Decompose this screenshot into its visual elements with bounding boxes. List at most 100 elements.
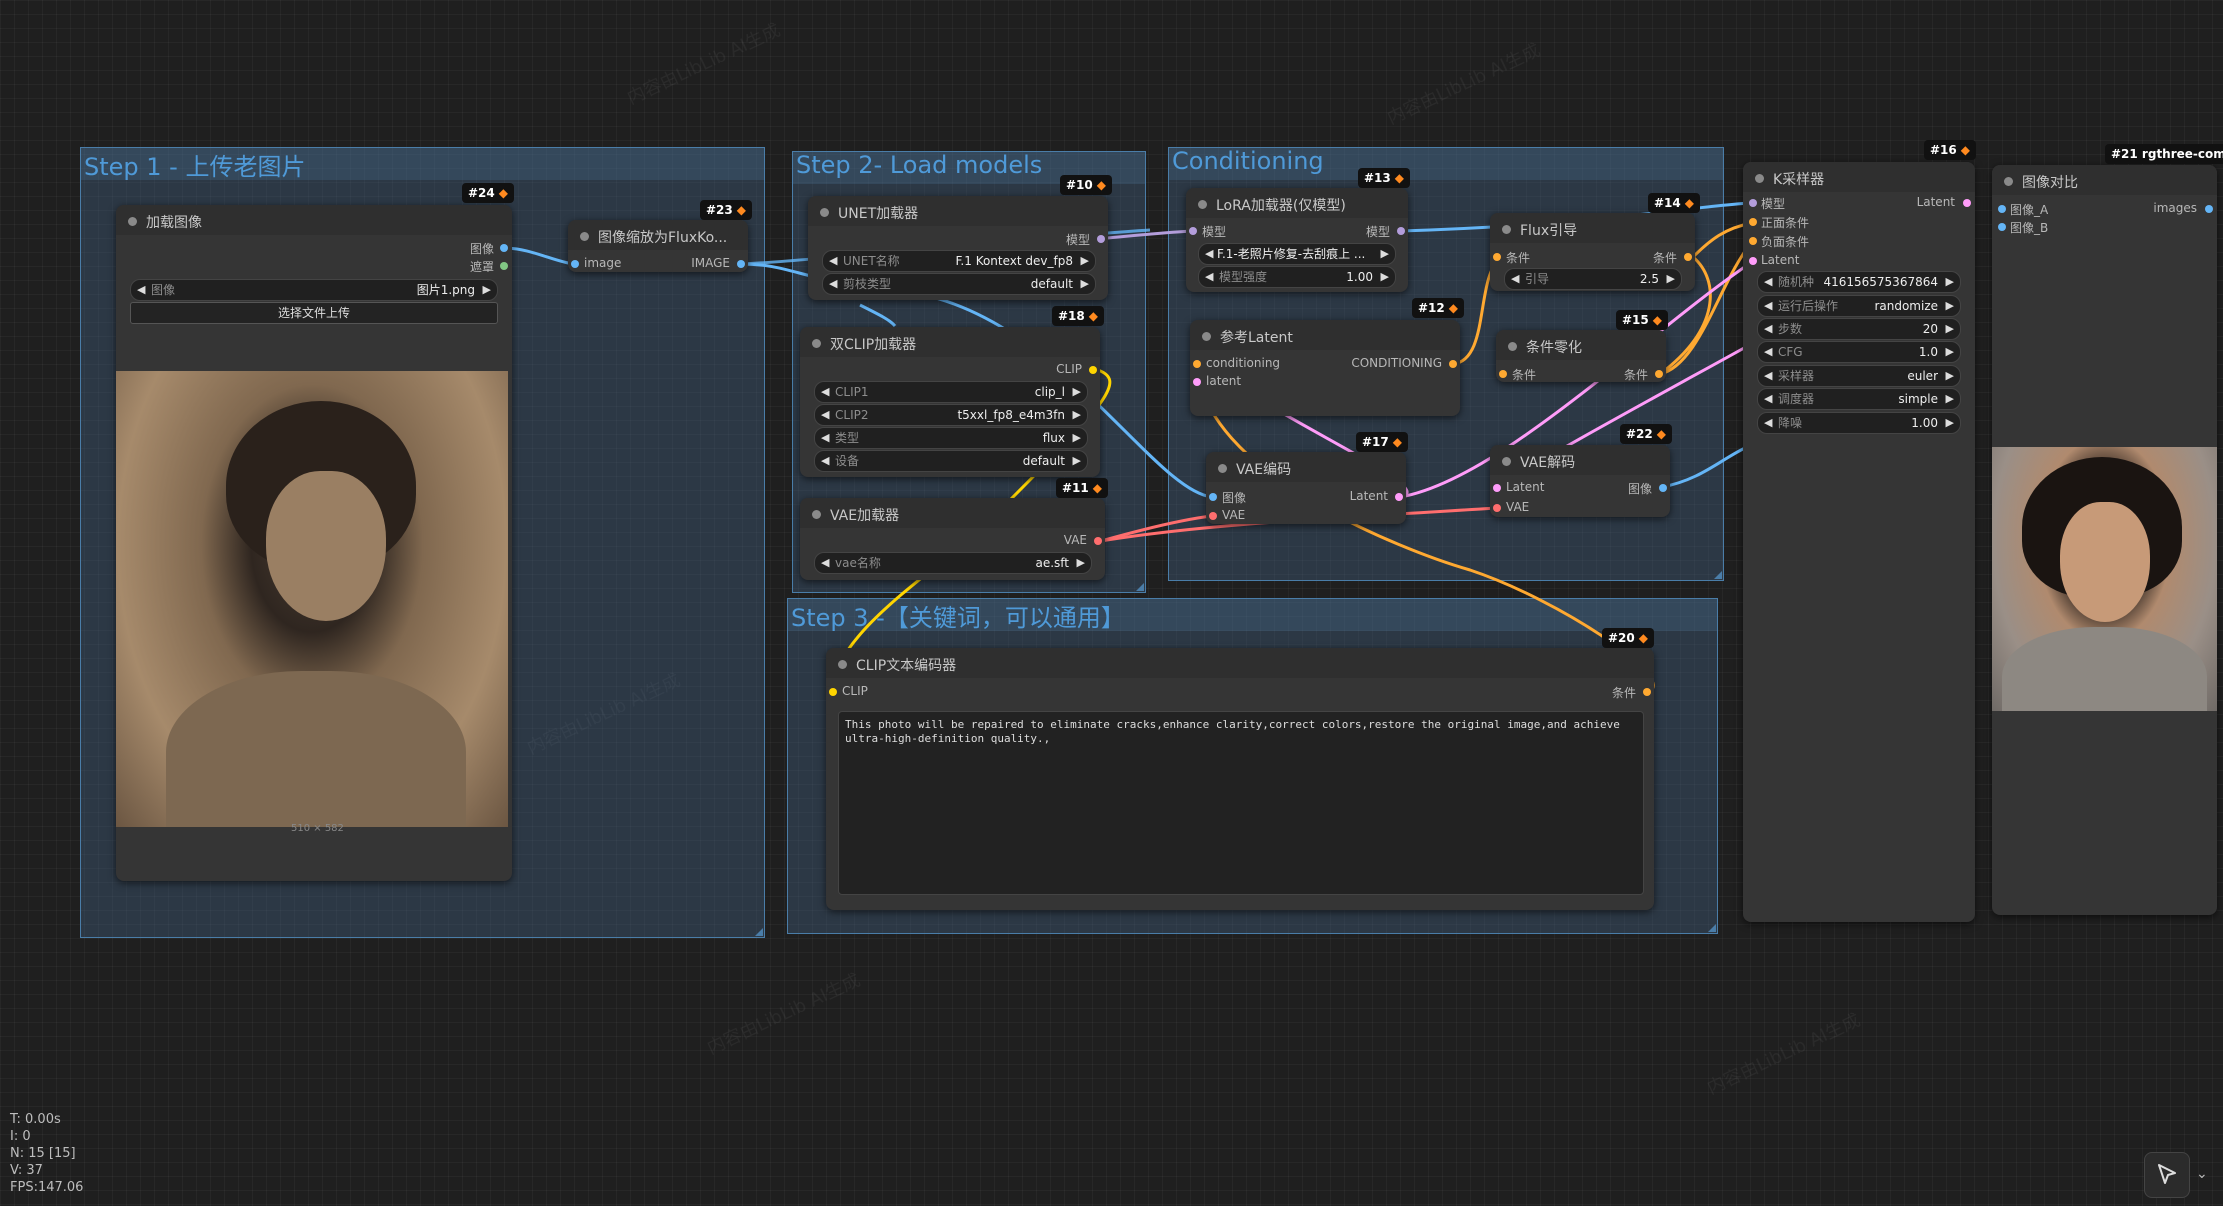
node-title-bar[interactable]: VAE编码 [1206, 452, 1406, 482]
arrow-left-icon[interactable]: ◀ [829, 251, 837, 271]
input-image-socket[interactable] [1209, 493, 1217, 501]
output-conditioning-socket[interactable] [1655, 370, 1663, 378]
input-vae-socket[interactable] [1209, 512, 1217, 520]
node-title-bar[interactable]: VAE解码 [1490, 445, 1670, 475]
collapse-dot[interactable] [1198, 200, 1207, 209]
collapse-dot[interactable] [1755, 174, 1764, 183]
arrow-left-icon[interactable]: ◀ [1764, 413, 1772, 433]
collapse-dot[interactable] [1508, 342, 1517, 351]
collapse-dot[interactable] [1202, 332, 1211, 341]
output-image-socket[interactable] [500, 244, 508, 252]
restored-photo-preview[interactable] [1992, 447, 2217, 711]
weight-dtype-select[interactable]: ◀ 剪枝类型 default ▶ [822, 273, 1096, 295]
input-model-socket[interactable] [1189, 227, 1197, 235]
input-latent-socket[interactable] [1749, 257, 1757, 265]
vae-name-select[interactable]: ◀ vae名称 ae.sft ▶ [814, 552, 1092, 574]
output-conditioning-socket[interactable] [1449, 360, 1457, 368]
node-ksampler[interactable]: K采样器 模型 正面条件 负面条件 Latent Latent ◀ 随机种 4161… [1743, 162, 1975, 922]
output-model-socket[interactable] [1097, 235, 1105, 243]
device-select[interactable]: ◀ 设备 default ▶ [814, 450, 1088, 472]
clip-type-select[interactable]: ◀ 类型 flux ▶ [814, 427, 1088, 449]
input-model-socket[interactable] [1749, 199, 1757, 207]
node-title-bar[interactable]: 加载图像 [116, 205, 512, 235]
node-vae-decode[interactable]: VAE解码 Latent VAE 图像 [1490, 445, 1670, 517]
arrow-right-icon[interactable]: ▶ [1946, 389, 1954, 409]
node-title-bar[interactable]: 双CLIP加载器 [800, 327, 1100, 357]
arrow-left-icon[interactable]: ◀ [821, 405, 829, 425]
input-vae-socket[interactable] [1493, 504, 1501, 512]
arrow-left-icon[interactable]: ◀ [821, 382, 829, 402]
clip2-select[interactable]: ◀ CLIP2 t5xxl_fp8_e4m3fn ▶ [814, 404, 1088, 426]
output-latent-socket[interactable] [1963, 199, 1971, 207]
arrow-left-icon[interactable]: ◀ [1205, 267, 1213, 287]
input-negative-socket[interactable] [1749, 237, 1757, 245]
arrow-left-icon[interactable]: ◀ [1764, 342, 1772, 362]
seed-input[interactable]: ◀ 随机种 416156575367864 ▶ [1757, 271, 1961, 293]
output-vae-socket[interactable] [1094, 537, 1102, 545]
lora-strength-slider[interactable]: ◀ 模型强度 1.00 ▶ [1198, 266, 1396, 288]
arrow-left-icon[interactable]: ◀ [821, 553, 829, 573]
input-image-b-socket[interactable] [1998, 223, 2006, 231]
arrow-left-icon[interactable]: ◀ [1764, 272, 1772, 292]
arrow-left-icon[interactable]: ◀ [821, 428, 829, 448]
input-positive-socket[interactable] [1749, 218, 1757, 226]
arrow-left-icon[interactable]: ◀ [1764, 366, 1772, 386]
arrow-right-icon[interactable]: ▶ [483, 280, 491, 300]
node-dual-clip-loader[interactable]: 双CLIP加载器 CLIP ◀ CLIP1 clip_l ▶ ◀ CLIP2 t5xxl_… [800, 327, 1100, 477]
arrow-right-icon[interactable]: ▶ [1381, 244, 1389, 264]
arrow-left-icon[interactable]: ◀ [137, 280, 145, 300]
arrow-right-icon[interactable]: ▶ [1946, 319, 1954, 339]
output-latent-socket[interactable] [1395, 493, 1403, 501]
arrow-right-icon[interactable]: ▶ [1946, 413, 1954, 433]
arrow-right-icon[interactable]: ▶ [1946, 296, 1954, 316]
input-conditioning-socket[interactable] [1499, 370, 1507, 378]
input-clip-socket[interactable] [829, 688, 837, 696]
collapse-dot[interactable] [2004, 177, 2013, 186]
node-clip-text-encode[interactable]: CLIP文本编码器 CLIP 条件 This photo will be rep… [826, 648, 1654, 910]
node-unet-loader[interactable]: UNET加载器 模型 ◀ UNET名称 F.1 Kontext dev_fp8 ▶ ◀… [808, 196, 1108, 300]
input-latent-socket[interactable] [1193, 378, 1201, 386]
control-after-generate-select[interactable]: ◀ 运行后操作 randomize ▶ [1757, 295, 1961, 317]
steps-input[interactable]: ◀ 步数 20 ▶ [1757, 318, 1961, 340]
arrow-right-icon[interactable]: ▶ [1073, 405, 1081, 425]
output-conditioning-socket[interactable] [1643, 688, 1651, 696]
input-image-socket[interactable] [571, 260, 579, 268]
node-title-bar[interactable]: 图像对比 [1992, 165, 2217, 195]
output-conditioning-socket[interactable] [1684, 253, 1692, 261]
arrow-right-icon[interactable]: ▶ [1081, 274, 1089, 294]
arrow-right-icon[interactable]: ▶ [1946, 272, 1954, 292]
node-flux-guidance[interactable]: Flux引导 条件 条件 ◀ 引导 2.5 ▶ [1490, 213, 1695, 291]
clip1-select[interactable]: ◀ CLIP1 clip_l ▶ [814, 381, 1088, 403]
arrow-left-icon[interactable]: ◀ [821, 451, 829, 471]
scheduler-select[interactable]: ◀ 调度器 simple ▶ [1757, 388, 1961, 410]
node-image-comparer[interactable]: 图像对比 图像_A 图像_B images [1992, 165, 2217, 915]
output-clip-socket[interactable] [1089, 366, 1097, 374]
node-title-bar[interactable]: Flux引导 [1490, 213, 1695, 243]
arrow-right-icon[interactable]: ▶ [1381, 267, 1389, 287]
node-vae-encode[interactable]: VAE编码 图像 VAE Latent [1206, 452, 1406, 524]
select-tool-button[interactable] [2144, 1152, 2190, 1198]
lora-name-select[interactable]: ◀ F.1-老照片修复-去刮痕上 ... ▶ [1198, 243, 1396, 265]
node-image-scale[interactable]: 图像缩放为FluxKo... image IMAGE [568, 220, 748, 272]
output-model-socket[interactable] [1397, 227, 1405, 235]
arrow-left-icon[interactable]: ◀ [1764, 319, 1772, 339]
node-conditioning-zero-out[interactable]: 条件零化 条件 条件 [1496, 330, 1666, 382]
collapse-dot[interactable] [580, 232, 589, 241]
arrow-left-icon[interactable]: ◀ [1511, 269, 1519, 289]
chevron-down-icon[interactable]: ⌄ [2196, 1166, 2208, 1182]
node-title-bar[interactable]: CLIP文本编码器 [826, 648, 1654, 678]
upload-button[interactable]: 选择文件上传 [130, 302, 498, 324]
image-select[interactable]: ◀ 图像 图片1.png ▶ [130, 279, 498, 301]
arrow-right-icon[interactable]: ▶ [1077, 553, 1085, 573]
output-image-socket[interactable] [1659, 484, 1667, 492]
node-title-bar[interactable]: 条件零化 [1496, 330, 1666, 360]
output-mask-socket[interactable] [500, 262, 508, 270]
arrow-left-icon[interactable]: ◀ [1764, 389, 1772, 409]
cfg-input[interactable]: ◀ CFG 1.0 ▶ [1757, 341, 1961, 363]
collapse-dot[interactable] [838, 660, 847, 669]
node-title-bar[interactable]: K采样器 [1743, 162, 1975, 192]
denoise-input[interactable]: ◀ 降噪 1.00 ▶ [1757, 412, 1961, 434]
prompt-textarea[interactable]: This photo will be repaired to eliminate… [838, 711, 1644, 895]
arrow-right-icon[interactable]: ▶ [1081, 251, 1089, 271]
node-reference-latent[interactable]: 参考Latent conditioning latent CONDITIONIN… [1190, 320, 1460, 416]
